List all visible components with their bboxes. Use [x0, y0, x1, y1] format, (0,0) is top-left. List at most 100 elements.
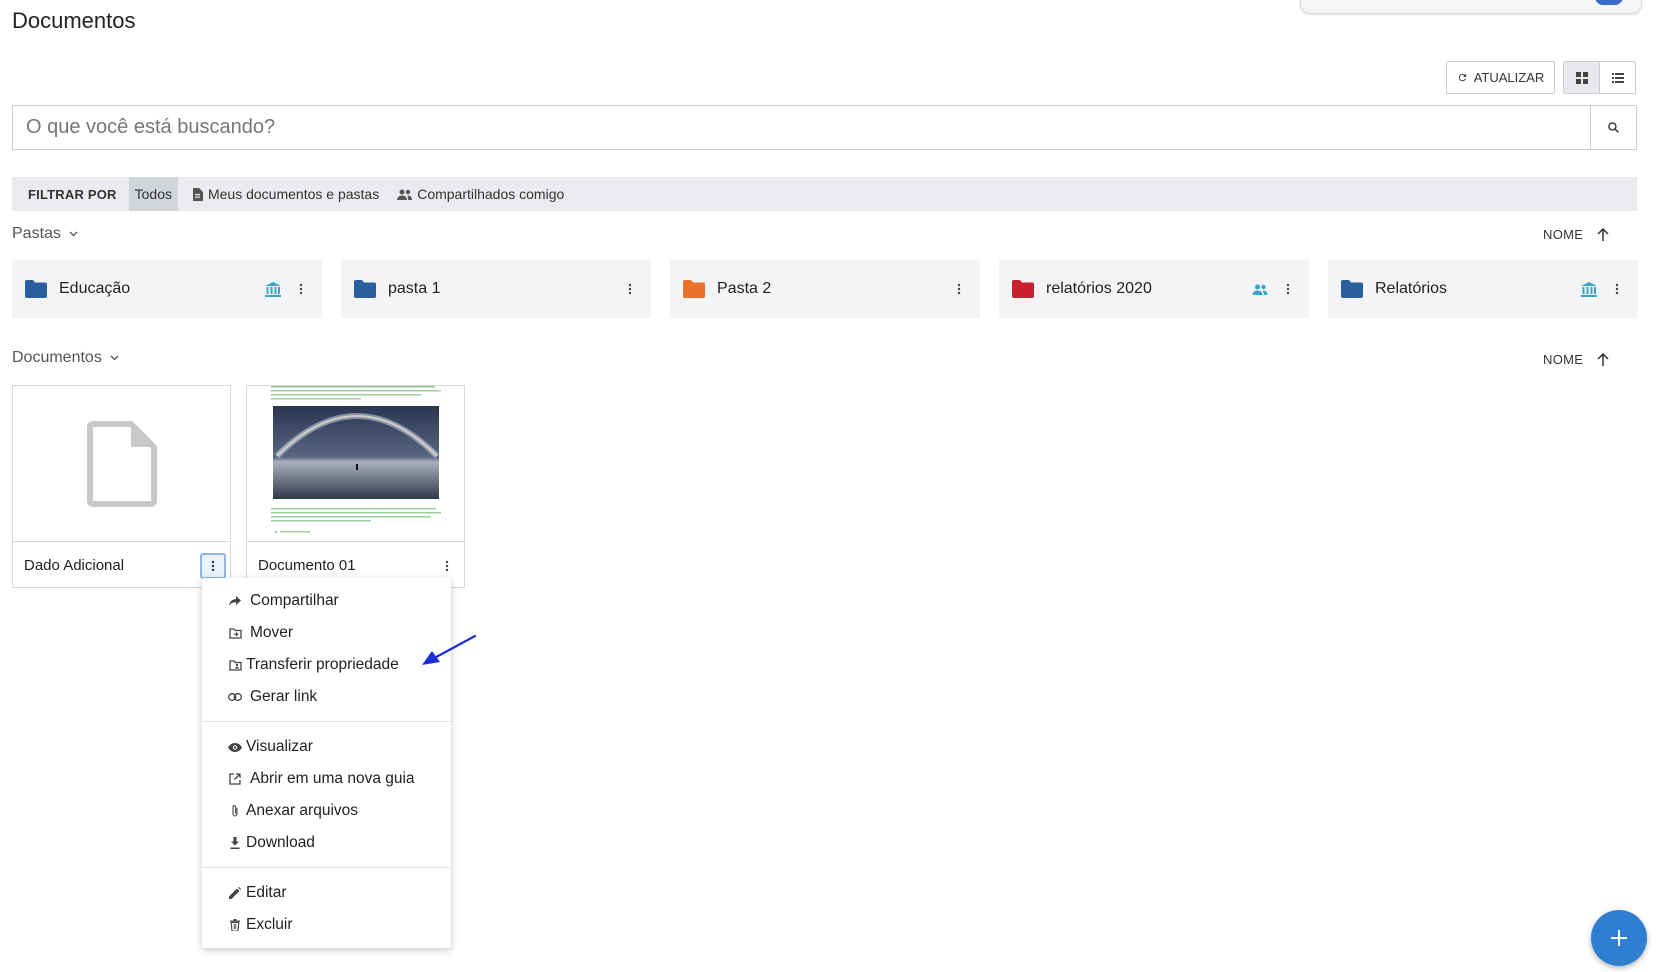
documents-section-toggle[interactable]: Documentos — [12, 349, 119, 367]
folder-more-button[interactable] — [949, 283, 969, 295]
menu-item-label: Editar — [246, 884, 287, 901]
menu-item-view[interactable]: Visualizar — [228, 734, 313, 760]
context-menu: Compartilhar Mover Transferir propriedad… — [202, 578, 451, 948]
folder-icon — [1012, 280, 1034, 298]
document-name: Dado Adicional — [24, 557, 125, 574]
refresh-label: ATUALIZAR — [1473, 70, 1545, 85]
menu-item-delete[interactable]: Excluir — [228, 912, 293, 938]
menu-item-label: Anexar arquivos — [246, 802, 359, 819]
folder-more-button[interactable] — [1607, 283, 1627, 295]
documents-section-title: Documentos — [12, 349, 102, 366]
arrow-up-icon — [1597, 228, 1609, 241]
folder-name: relatórios 2020 — [1046, 280, 1152, 297]
open-in-new-icon — [229, 773, 241, 785]
menu-item-share[interactable]: Compartilhar — [228, 588, 339, 614]
folder-more-button[interactable] — [620, 283, 640, 295]
more-vertical-icon — [211, 560, 215, 571]
folders-sort-label: NOME — [1543, 227, 1584, 242]
download-icon — [230, 837, 240, 849]
document-icon — [192, 187, 203, 201]
folder-shared-icon — [228, 659, 242, 671]
folder-name: pasta 1 — [388, 280, 441, 297]
more-vertical-icon — [445, 560, 449, 571]
folder-card[interactable]: pasta 1 — [341, 260, 651, 318]
filter-shared-label: Compartilhados comigo — [417, 186, 565, 202]
folder-name: Educação — [59, 280, 131, 297]
menu-item-label: Transferir propriedade — [246, 656, 399, 673]
folders-section-title: Pastas — [12, 225, 61, 242]
menu-item-generate-link[interactable]: Gerar link — [228, 684, 317, 710]
folder-card[interactable]: Educação — [12, 260, 322, 318]
page-title: Documentos — [12, 8, 136, 33]
refresh-icon — [1458, 73, 1466, 82]
menu-item-transfer-ownership[interactable]: Transferir propriedade — [228, 652, 399, 678]
filter-my-documents[interactable]: Meus documentos e pastas — [186, 177, 385, 211]
document-name: Documento 01 — [258, 557, 356, 574]
menu-item-edit[interactable]: Editar — [228, 880, 287, 906]
filter-shared-with-me[interactable]: Compartilhados comigo — [391, 177, 570, 211]
menu-item-label: Excluir — [246, 916, 293, 933]
arrow-up-icon — [1597, 353, 1609, 366]
document-preview — [271, 386, 441, 533]
avatar[interactable] — [1595, 0, 1623, 5]
search-button[interactable] — [1590, 106, 1636, 149]
view-toggle — [1563, 61, 1636, 94]
filter-label: FILTRAR POR — [28, 186, 117, 202]
plus-icon — [1611, 930, 1627, 946]
add-button[interactable] — [1591, 910, 1647, 966]
document-thumbnail — [13, 386, 230, 542]
menu-item-download[interactable]: Download — [228, 830, 315, 856]
folder-card[interactable]: Relatórios — [1328, 260, 1638, 318]
menu-item-label: Download — [246, 834, 315, 851]
filter-all[interactable]: Todos — [128, 177, 178, 211]
share-icon — [229, 596, 241, 606]
people-icon — [1252, 284, 1268, 295]
documents-sort[interactable]: NOME — [1543, 352, 1609, 367]
trash-icon — [230, 919, 240, 931]
menu-item-open-new-tab[interactable]: Abrir em uma nova guia — [228, 766, 415, 792]
menu-item-label: Gerar link — [250, 688, 318, 705]
more-vertical-icon — [628, 283, 632, 295]
folder-card[interactable]: relatórios 2020 — [999, 260, 1309, 318]
paperclip-icon — [232, 805, 238, 817]
document-card[interactable]: Dado Adicional — [12, 385, 231, 588]
search-icon — [1608, 122, 1619, 133]
list-view-icon — [1611, 72, 1624, 83]
menu-item-attach-files[interactable]: Anexar arquivos — [228, 798, 358, 824]
folder-icon — [25, 280, 47, 298]
institution-icon — [265, 281, 281, 297]
list-view-button[interactable] — [1600, 62, 1635, 93]
menu-item-label: Visualizar — [246, 738, 313, 755]
menu-item-label: Mover — [250, 624, 294, 641]
user-menu-tab[interactable] — [1300, 0, 1642, 14]
folder-name: Pasta 2 — [717, 280, 772, 297]
menu-item-label: Abrir em uma nova guia — [250, 770, 415, 787]
search-input[interactable] — [13, 106, 1590, 149]
folder-icon — [1341, 280, 1363, 298]
file-icon — [87, 421, 157, 507]
document-card[interactable]: Documento 01 — [246, 385, 465, 588]
chevron-down-icon — [110, 355, 119, 361]
document-more-button[interactable] — [200, 552, 226, 579]
folders-sort[interactable]: NOME — [1543, 227, 1609, 242]
menu-item-move[interactable]: Mover — [228, 620, 293, 646]
filter-all-label: Todos — [134, 186, 172, 202]
document-more-button[interactable] — [434, 553, 460, 579]
folder-card[interactable]: Pasta 2 — [670, 260, 980, 318]
more-vertical-icon — [1286, 283, 1290, 295]
document-thumbnail — [247, 386, 464, 542]
chevron-down-icon — [69, 231, 78, 237]
folders-section-toggle[interactable]: Pastas — [12, 225, 78, 243]
folder-more-button[interactable] — [291, 283, 311, 295]
annotation-arrow — [422, 634, 477, 665]
more-vertical-icon — [1615, 283, 1619, 295]
folder-more-button[interactable] — [1278, 283, 1298, 295]
pencil-icon — [229, 887, 241, 899]
refresh-button[interactable]: ATUALIZAR — [1446, 61, 1555, 94]
folder-move-icon — [228, 627, 242, 639]
grid-view-button[interactable] — [1564, 62, 1600, 93]
more-vertical-icon — [957, 283, 961, 295]
people-icon — [397, 189, 413, 200]
eye-icon — [228, 742, 242, 752]
folder-icon — [683, 280, 705, 298]
